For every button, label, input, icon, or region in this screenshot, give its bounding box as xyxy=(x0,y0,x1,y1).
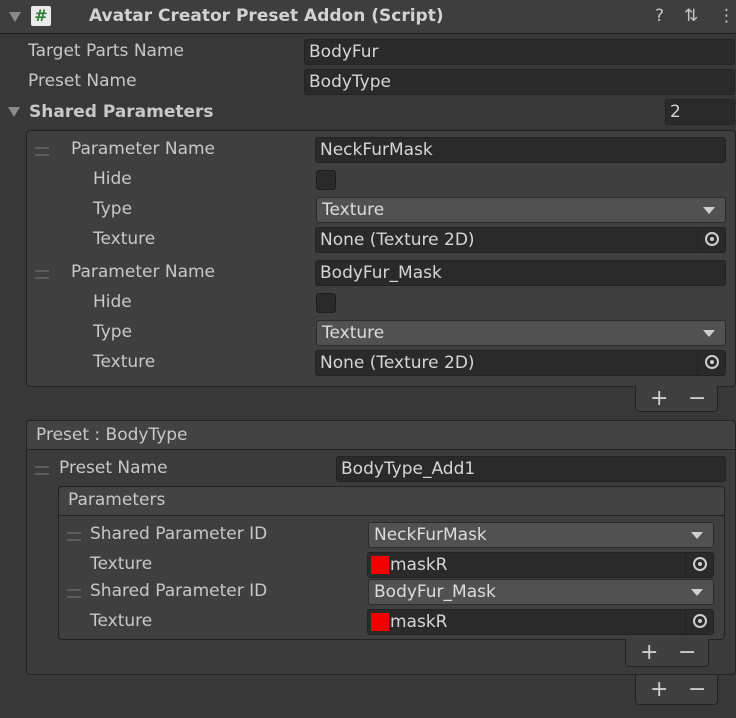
texture-object-field[interactable]: None (Texture 2D) xyxy=(315,350,726,376)
target-parts-name-field[interactable]: BodyFur xyxy=(304,39,735,65)
shared-parameter-id-label: Shared Parameter ID xyxy=(90,581,268,601)
shared-parameter-id-dropdown[interactable]: NeckFurMask xyxy=(368,522,714,548)
remove-parameter-button[interactable]: − xyxy=(678,642,696,664)
drag-handle-icon[interactable] xyxy=(67,589,81,598)
preset-entry-name-label: Preset Name xyxy=(59,458,168,478)
chevron-down-icon xyxy=(703,330,715,337)
picker-divider xyxy=(685,610,686,634)
texture-object-value: maskR xyxy=(390,612,448,632)
shared-parameter-id-label: Shared Parameter ID xyxy=(90,524,268,544)
type-dropdown[interactable]: Texture xyxy=(316,320,726,346)
object-picker-icon[interactable] xyxy=(693,614,707,628)
preset-header-label: Preset : BodyType xyxy=(36,425,188,445)
drag-handle-icon[interactable] xyxy=(35,147,49,156)
shared-parameter-id-value: BodyFur_Mask xyxy=(374,582,496,602)
script-icon: # xyxy=(31,6,51,26)
hide-label: Hide xyxy=(93,169,132,189)
preset-name-label: Preset Name xyxy=(28,71,137,91)
hide-checkbox[interactable] xyxy=(316,170,336,190)
preset-settings-icon[interactable]: ⇅ xyxy=(684,6,698,26)
add-preset-button[interactable]: + xyxy=(650,679,668,701)
chevron-down-icon xyxy=(691,532,703,539)
object-picker-icon[interactable] xyxy=(693,557,707,571)
chevron-down-icon xyxy=(691,589,703,596)
texture-object-field[interactable]: maskR xyxy=(367,609,714,635)
parameter-name-field[interactable]: BodyFur_Mask xyxy=(315,260,726,286)
hide-label: Hide xyxy=(93,292,132,312)
help-icon[interactable]: ? xyxy=(655,6,664,26)
parameter-name-label: Parameter Name xyxy=(71,262,216,282)
shared-parameters-label[interactable]: Shared Parameters xyxy=(29,102,214,122)
remove-shared-parameter-button[interactable]: − xyxy=(688,388,706,410)
type-label: Type xyxy=(93,199,133,219)
shared-parameters-foldout-arrow[interactable] xyxy=(8,107,20,117)
drag-handle-icon[interactable] xyxy=(35,270,49,279)
parameter-name-label: Parameter Name xyxy=(71,139,216,159)
shared-parameter-id-value: NeckFurMask xyxy=(374,525,487,545)
texture-object-value: None (Texture 2D) xyxy=(320,230,475,250)
preset-name-field[interactable]: BodyType xyxy=(304,69,735,95)
preset-entry-name-field[interactable]: BodyType_Add1 xyxy=(336,456,726,482)
component-foldout-arrow[interactable] xyxy=(9,12,21,22)
texture-label: Texture xyxy=(93,352,156,372)
shared-parameters-list xyxy=(26,130,736,387)
texture-thumbnail xyxy=(371,613,389,631)
shared-parameters-count-field[interactable]: 2 xyxy=(665,99,735,125)
add-parameter-button[interactable]: + xyxy=(640,642,658,664)
texture-object-value: None (Texture 2D) xyxy=(320,353,475,373)
object-picker-icon[interactable] xyxy=(705,232,719,246)
object-picker-icon[interactable] xyxy=(705,355,719,369)
parameters-header-label: Parameters xyxy=(68,490,166,510)
texture-object-field[interactable]: None (Texture 2D) xyxy=(315,227,726,253)
drag-handle-icon[interactable] xyxy=(67,532,81,541)
drag-handle-icon[interactable] xyxy=(35,466,49,475)
picker-divider xyxy=(697,228,698,252)
texture-object-field[interactable]: maskR xyxy=(367,552,714,578)
remove-preset-button[interactable]: − xyxy=(688,679,706,701)
component-title: Avatar Creator Preset Addon (Script) xyxy=(89,6,444,26)
target-parts-name-label: Target Parts Name xyxy=(28,41,184,61)
shared-parameter-id-dropdown[interactable]: BodyFur_Mask xyxy=(368,579,714,605)
type-dropdown[interactable]: Texture xyxy=(316,197,726,223)
hide-checkbox[interactable] xyxy=(316,293,336,313)
type-dropdown-value: Texture xyxy=(322,200,385,220)
texture-label: Texture xyxy=(93,229,156,249)
texture-label: Texture xyxy=(90,554,153,574)
texture-object-value: maskR xyxy=(390,555,448,575)
picker-divider xyxy=(697,351,698,375)
texture-label: Texture xyxy=(90,611,153,631)
context-menu-icon[interactable]: ⋮ xyxy=(718,6,735,26)
parameter-name-field[interactable]: NeckFurMask xyxy=(315,137,726,163)
picker-divider xyxy=(685,553,686,577)
texture-thumbnail xyxy=(371,556,389,574)
add-shared-parameter-button[interactable]: + xyxy=(650,388,668,410)
type-dropdown-value: Texture xyxy=(322,323,385,343)
chevron-down-icon xyxy=(703,207,715,214)
type-label: Type xyxy=(93,322,133,342)
